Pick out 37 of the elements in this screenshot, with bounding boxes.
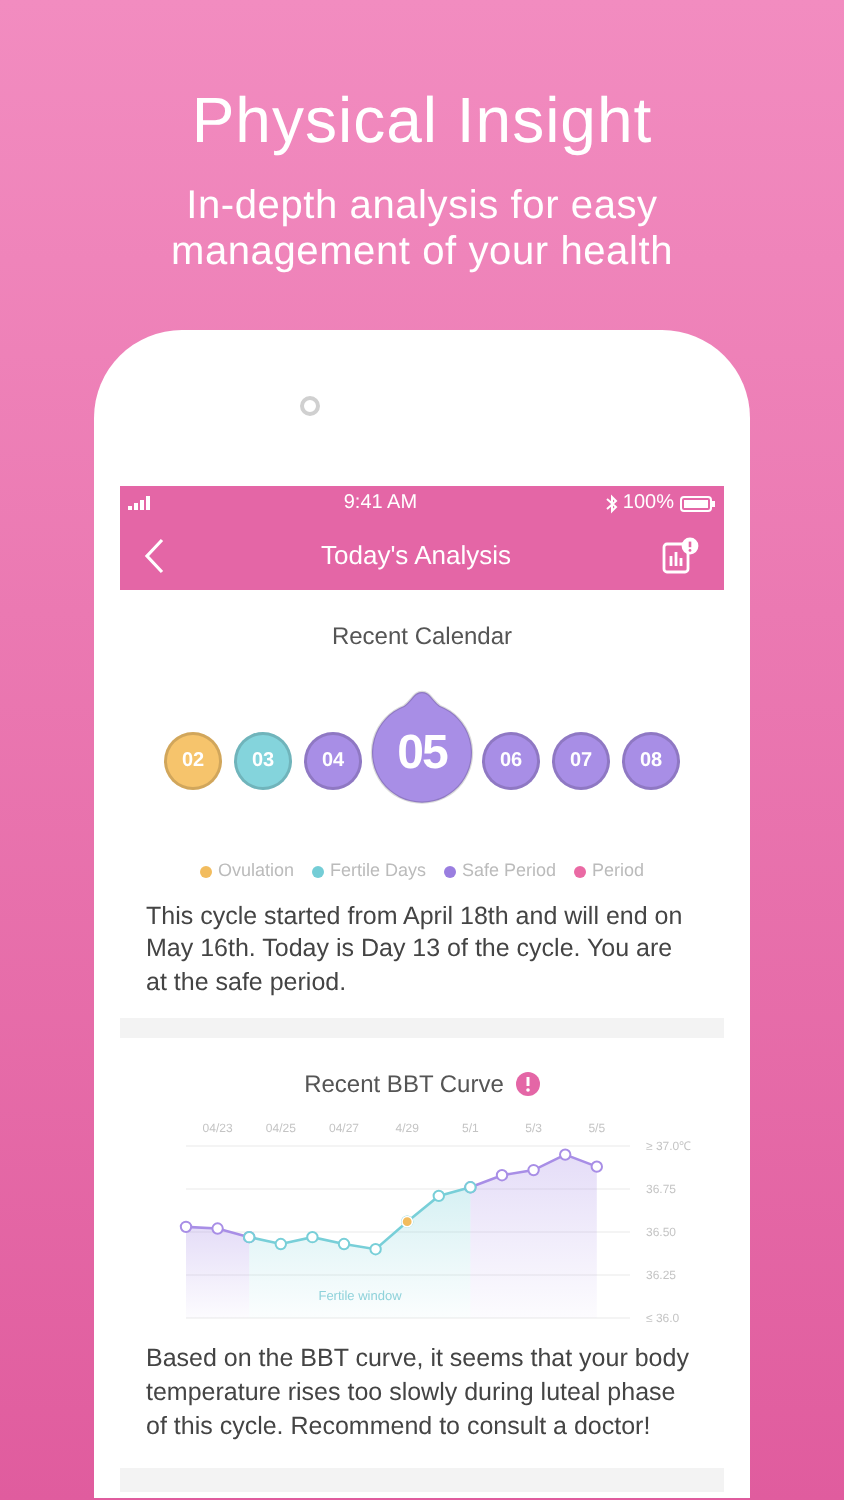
data-point	[495, 1169, 509, 1182]
data-point	[211, 1222, 224, 1235]
day-bubble[interactable]: 08	[622, 732, 680, 790]
legend-label: Ovulation	[217, 858, 294, 884]
status-time: 9:41 AM	[343, 490, 418, 518]
data-point	[590, 1160, 603, 1173]
legend-label: Fertile Days	[329, 858, 426, 884]
legend-label: Period	[592, 858, 645, 884]
data-point	[559, 1148, 572, 1161]
cycle-summary: This cycle started from April 18th and will end on May 16th. Today is Day 13 of the cycle. You are at the safe period.	[146, 899, 685, 998]
day-bubble[interactable]: 07	[552, 732, 610, 790]
data-point	[306, 1230, 319, 1244]
data-point	[527, 1163, 540, 1177]
alert-icon	[515, 1072, 540, 1096]
data-point	[432, 1189, 445, 1203]
screen-title: Today's Analysis	[321, 537, 511, 574]
card-title: Recent Calendar	[331, 620, 513, 654]
selected-day-bubble[interactable]: 05	[370, 690, 474, 806]
day-bubble[interactable]: 06	[482, 732, 540, 790]
battery-icon	[680, 495, 716, 511]
legend-label: Safe Period	[462, 858, 557, 884]
day-bubble[interactable]: 03	[234, 732, 292, 790]
signal-icon	[128, 496, 154, 510]
camera-icon	[300, 396, 320, 416]
data-point	[337, 1237, 351, 1251]
day-bubble[interactable]: 02	[164, 732, 222, 790]
bbt-advice: Based on the BBT curve, it seems that your body temperature rises too slowly during luteal phase of this cycle. Recommend to consult a doctor!	[146, 1342, 691, 1444]
day-bubble[interactable]: 04	[304, 732, 362, 790]
bluetooth-icon	[606, 493, 619, 513]
battery-percentage: 100%	[622, 490, 674, 518]
card-title: Recent BBT Curve	[304, 1068, 504, 1102]
page-subtitle: In-depth analysis for easy management of your health	[169, 184, 675, 276]
page-title: Physical Insight	[191, 82, 653, 160]
data-point	[369, 1243, 382, 1256]
data-point	[274, 1237, 287, 1251]
data-point	[179, 1220, 193, 1234]
chart-alert-button[interactable]	[660, 535, 700, 575]
